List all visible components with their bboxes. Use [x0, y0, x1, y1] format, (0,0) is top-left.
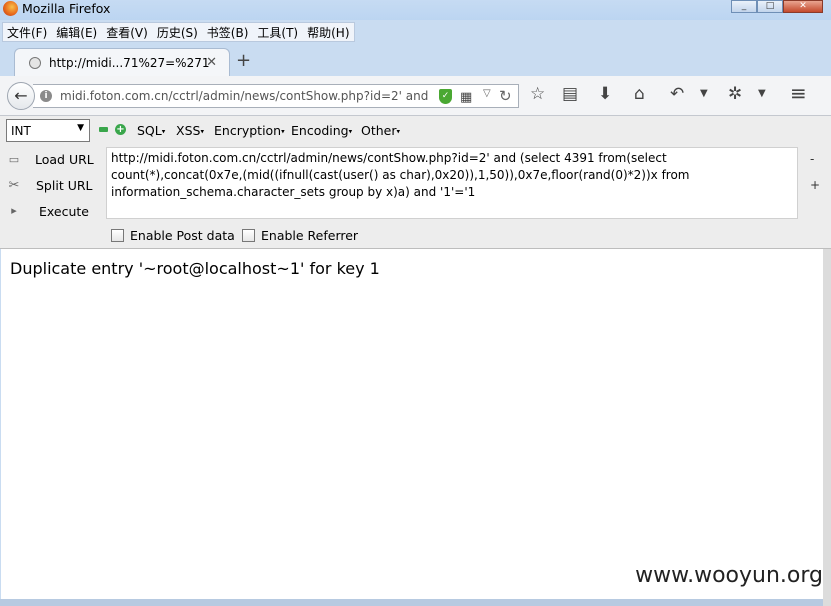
type-select-value: INT [11, 124, 31, 138]
globe-icon [29, 57, 41, 69]
vertical-scrollbar[interactable] [823, 249, 831, 606]
extension-bug-icon[interactable]: ✲ [728, 84, 742, 104]
bookmark-star-icon[interactable]: ☆ [530, 84, 545, 104]
menu-file[interactable]: 文件(F) [7, 24, 47, 41]
menu-help[interactable]: 帮助(H) [307, 24, 349, 41]
menu-bookmarks[interactable]: 书签(B) [207, 24, 249, 41]
encoding-menu[interactable]: Encoding▾ [291, 123, 352, 138]
type-select[interactable]: INT ▼ [6, 119, 90, 142]
window-bottom-edge [0, 599, 823, 606]
menu-history[interactable]: 历史(S) [157, 24, 198, 41]
tab-active[interactable]: http://midi...71%27=%271 ✕ [14, 48, 230, 76]
menu-bar: 文件(F) 编辑(E) 查看(V) 历史(S) 书签(B) 工具(T) 帮助(H… [2, 22, 355, 42]
error-message: Duplicate entry '~root@localhost~1' for … [10, 259, 380, 278]
reload-icon[interactable]: ↻ [499, 87, 512, 105]
tab-label: http://midi...71%27=%271 [49, 56, 210, 70]
expand-textarea-button[interactable]: + [810, 178, 820, 192]
history-dropdown-icon[interactable]: ▽ [483, 88, 491, 99]
site-info-icon[interactable]: i [40, 90, 52, 102]
close-window-button[interactable]: ✕ [783, 0, 823, 13]
minimize-button[interactable]: _ [731, 0, 757, 13]
increase-icon[interactable]: + [115, 124, 126, 135]
menu-view[interactable]: 查看(V) [106, 24, 148, 41]
page-content: Duplicate entry '~root@localhost~1' for … [1, 249, 823, 599]
enable-referrer-checkbox[interactable] [242, 229, 255, 242]
home-icon[interactable]: ⌂ [634, 84, 645, 104]
address-bar[interactable]: i midi.foton.com.cn/cctrl/admin/news/con… [33, 84, 519, 108]
execute-icon[interactable]: ▸ [6, 204, 22, 217]
hackbar-panel: INT ▼ + SQL▾ XSS▾ Encryption▾ Encoding▾ … [0, 116, 831, 249]
back-button[interactable]: ← [7, 82, 35, 110]
shrink-textarea-button[interactable]: - [810, 152, 814, 166]
load-url-icon[interactable]: ▭ [6, 153, 22, 166]
enable-post-label: Enable Post data [130, 228, 235, 243]
window-title: Mozilla Firefox [22, 1, 111, 16]
extension-dropdown-icon[interactable]: ▼ [758, 88, 766, 99]
qr-code-icon[interactable]: ▦ [460, 90, 472, 105]
firefox-logo-icon [3, 1, 18, 16]
title-bar: Mozilla Firefox _ □ ✕ [0, 0, 831, 20]
split-url-button[interactable]: Split URL [36, 178, 93, 193]
address-input[interactable]: midi.foton.com.cn/cctrl/admin/news/contS… [60, 89, 432, 103]
reading-list-icon[interactable]: ▤ [562, 84, 578, 104]
xss-menu[interactable]: XSS▾ [176, 123, 204, 138]
enable-post-checkbox[interactable] [111, 229, 124, 242]
sql-menu[interactable]: SQL▾ [137, 123, 165, 138]
tab-close-icon[interactable]: ✕ [206, 55, 217, 70]
execute-button[interactable]: Execute [39, 204, 89, 219]
decrease-icon[interactable] [99, 127, 108, 132]
tab-strip: http://midi...71%27=%271 ✕ + [0, 44, 831, 76]
undo-icon[interactable]: ↶ [670, 84, 684, 104]
hamburger-menu-icon[interactable]: ≡ [790, 81, 807, 105]
window-controls: _ □ ✕ [731, 0, 823, 13]
chevron-down-icon: ▼ [77, 123, 84, 133]
undo-dropdown-icon[interactable]: ▼ [700, 88, 708, 99]
navigation-bar: i midi.foton.com.cn/cctrl/admin/news/con… [0, 76, 831, 116]
encryption-menu[interactable]: Encryption▾ [214, 123, 285, 138]
downloads-icon[interactable]: ⬇ [598, 84, 612, 104]
other-menu[interactable]: Other▾ [361, 123, 400, 138]
menu-edit[interactable]: 编辑(E) [56, 24, 97, 41]
enable-referrer-label: Enable Referrer [261, 228, 359, 243]
watermark: www.wooyun.org [635, 563, 823, 588]
url-textarea[interactable]: http://midi.foton.com.cn/cctrl/admin/new… [106, 147, 798, 219]
menu-tools[interactable]: 工具(T) [257, 24, 298, 41]
split-url-icon[interactable]: ✂ [6, 178, 22, 193]
maximize-button[interactable]: □ [757, 0, 783, 13]
shield-icon[interactable]: ✓ [439, 89, 452, 104]
load-url-button[interactable]: Load URL [35, 152, 94, 167]
new-tab-button[interactable]: + [236, 50, 251, 71]
